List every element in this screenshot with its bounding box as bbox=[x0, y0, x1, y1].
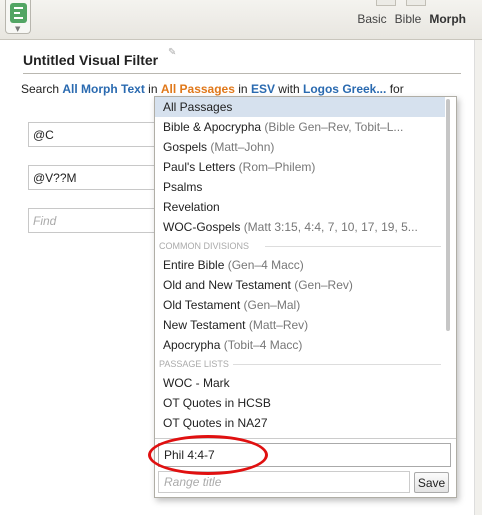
range-option-label: OT Quotes in NA27 bbox=[163, 416, 268, 430]
panel-menu-icon bbox=[10, 3, 27, 23]
search-in-word: in bbox=[148, 82, 158, 96]
range-option-label: New Testament bbox=[163, 318, 246, 332]
range-option-label: Bible & Apocrypha bbox=[163, 120, 262, 134]
range-option-label: Paul's Letters bbox=[163, 160, 236, 174]
range-option-label: Revelation bbox=[163, 200, 220, 214]
range-option-label: Entire Bible bbox=[163, 258, 225, 272]
range-option-detail: (Tobit–4 Macc) bbox=[223, 338, 303, 352]
passage-list-option[interactable]: OT Quotes in NA27 bbox=[155, 413, 445, 433]
view-tabs: Basic Bible Morph bbox=[357, 12, 466, 26]
search-prefix: Search bbox=[21, 82, 60, 96]
range-option-label: WOC - Mark bbox=[163, 376, 230, 390]
tab-bible[interactable]: Bible bbox=[395, 12, 422, 26]
range-option-detail: (Matt–Rev) bbox=[248, 318, 309, 332]
section-header-label: PASSAGE LISTS bbox=[159, 359, 229, 369]
range-option[interactable]: Apocrypha (Tobit–4 Macc) bbox=[155, 335, 445, 355]
panel-menu-button[interactable]: ▼ bbox=[5, 0, 31, 34]
range-option-label: Old and New Testament bbox=[163, 278, 291, 292]
range-option[interactable]: New Testament (Matt–Rev) bbox=[155, 315, 445, 335]
search-in-word: in bbox=[238, 82, 248, 96]
passage-range-link[interactable]: All Passages bbox=[161, 82, 235, 96]
search-for-word: for bbox=[389, 82, 404, 96]
range-option-detail: (Matt 3:15, 4:4, 7, 10, 17, 19, 5... bbox=[243, 220, 418, 234]
range-option-detail: (Rom–Philem) bbox=[238, 160, 316, 174]
range-option[interactable]: Bible & Apocrypha (Bible Gen–Rev, Tobit–… bbox=[155, 117, 445, 137]
range-option[interactable]: Revelation bbox=[155, 197, 445, 217]
panel-scrollbar[interactable] bbox=[474, 40, 482, 515]
section-header: COMMON DIVISIONS bbox=[155, 237, 447, 255]
range-option-label: Apocrypha bbox=[163, 338, 221, 352]
dropdown-scrollbar[interactable] bbox=[446, 99, 450, 331]
save-button[interactable]: Save bbox=[414, 472, 449, 493]
search-with-word: with bbox=[278, 82, 300, 96]
tab-morph[interactable]: Morph bbox=[429, 12, 466, 26]
section-header: PASSAGE LISTS bbox=[155, 355, 447, 373]
range-option[interactable]: WOC-Gospels (Matt 3:15, 4:4, 7, 10, 17, … bbox=[155, 217, 445, 237]
range-option-label: Gospels bbox=[163, 140, 208, 154]
range-option-detail: (Gen–4 Macc) bbox=[227, 258, 304, 272]
search-sentence: Search All Morph Text in All Passages in… bbox=[21, 82, 404, 96]
text-type-link[interactable]: All Morph Text bbox=[62, 82, 144, 96]
range-option[interactable]: Paul's Letters (Rom–Philem) bbox=[155, 157, 445, 177]
range-option[interactable]: Old Testament (Gen–Mal) bbox=[155, 295, 445, 315]
section-header-label: COMMON DIVISIONS bbox=[159, 241, 250, 251]
range-option[interactable]: Entire Bible (Gen–4 Macc) bbox=[155, 255, 445, 275]
query-row-input[interactable]: @C bbox=[28, 122, 158, 147]
version-link[interactable]: ESV bbox=[251, 82, 275, 96]
filter-title[interactable]: Untitled Visual Filter bbox=[23, 52, 158, 68]
range-option-label: WOC-Gospels bbox=[163, 220, 241, 234]
highlight-annotation bbox=[148, 435, 268, 475]
query-row-input[interactable]: @V??M bbox=[28, 165, 158, 190]
range-option-detail: (Bible Gen–Rev, Tobit–L... bbox=[264, 120, 404, 134]
range-option-detail: (Gen–Rev) bbox=[294, 278, 353, 292]
tab-basic[interactable]: Basic bbox=[357, 12, 386, 26]
passage-range-list: All Passages Bible & Apocrypha (Bible Ge… bbox=[155, 97, 447, 437]
range-option-label: OT Quotes in HCSB bbox=[163, 396, 271, 410]
divider bbox=[23, 73, 461, 74]
panel-header: ▼ Basic Bible Morph bbox=[0, 0, 482, 40]
passage-list-option[interactable]: WOC - Mark bbox=[155, 373, 445, 393]
chevron-down-icon: ▼ bbox=[15, 25, 21, 33]
range-option-label: Psalms bbox=[163, 180, 203, 194]
range-option[interactable]: Psalms bbox=[155, 177, 445, 197]
pencil-icon[interactable]: ✎ bbox=[168, 47, 176, 58]
range-option-label: All Passages bbox=[163, 100, 233, 114]
morphology-link[interactable]: Logos Greek... bbox=[303, 82, 386, 96]
range-option-detail: (Gen–Mal) bbox=[243, 298, 301, 312]
panel-tab-stub[interactable] bbox=[406, 0, 426, 6]
range-option-detail: (Matt–John) bbox=[210, 140, 275, 154]
range-option-label: Old Testament bbox=[163, 298, 241, 312]
range-option[interactable]: All Passages bbox=[155, 97, 445, 117]
find-input[interactable]: Find bbox=[28, 208, 158, 233]
range-option[interactable]: Gospels (Matt–John) bbox=[155, 137, 445, 157]
passage-list-option[interactable]: OT Quotes in HCSB bbox=[155, 393, 445, 413]
range-option[interactable]: Old and New Testament (Gen–Rev) bbox=[155, 275, 445, 295]
panel-tab-stub[interactable] bbox=[376, 0, 396, 6]
